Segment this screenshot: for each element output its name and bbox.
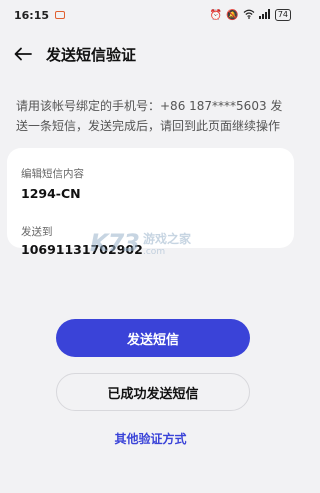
- watermark: K73 游戏之家 .com: [90, 223, 220, 263]
- content-value[interactable]: 1294-CN: [21, 186, 81, 201]
- status-left: 16:15: [14, 8, 66, 22]
- status-bar: 16:15 ⏰ 🔕 74: [0, 0, 301, 30]
- back-button[interactable]: [10, 41, 36, 67]
- watermark-logo: K73: [90, 229, 140, 257]
- notification-icon: [55, 11, 66, 19]
- header: 发送短信验证: [0, 36, 301, 72]
- watermark-url: .com: [143, 246, 166, 257]
- page-title: 发送短信验证: [46, 45, 137, 64]
- alarm-icon: ⏰: [209, 9, 223, 21]
- status-right: ⏰ 🔕 74: [209, 8, 291, 22]
- wifi-icon: [243, 9, 255, 22]
- status-time: 16:15: [14, 8, 50, 22]
- arrow-left-icon: [14, 47, 32, 61]
- recipient-label: 发送到: [21, 226, 53, 238]
- content-label: 编辑短信内容: [21, 168, 84, 180]
- instruction-text: 请用该帐号绑定的手机号：+86 187****5603 发送一条短信，发送完成后…: [16, 99, 283, 133]
- watermark-site-name: 游戏之家: [143, 231, 192, 246]
- watermark-text: 游戏之家 .com: [143, 230, 191, 257]
- signal-icon: [258, 8, 271, 22]
- other-verification-link[interactable]: 其他验证方式: [0, 430, 301, 447]
- mute-icon: 🔕: [226, 9, 239, 21]
- sms-sent-button[interactable]: 已成功发送短信: [56, 373, 250, 411]
- send-sms-button[interactable]: 发送短信: [56, 319, 250, 357]
- battery-icon: 74: [274, 9, 291, 21]
